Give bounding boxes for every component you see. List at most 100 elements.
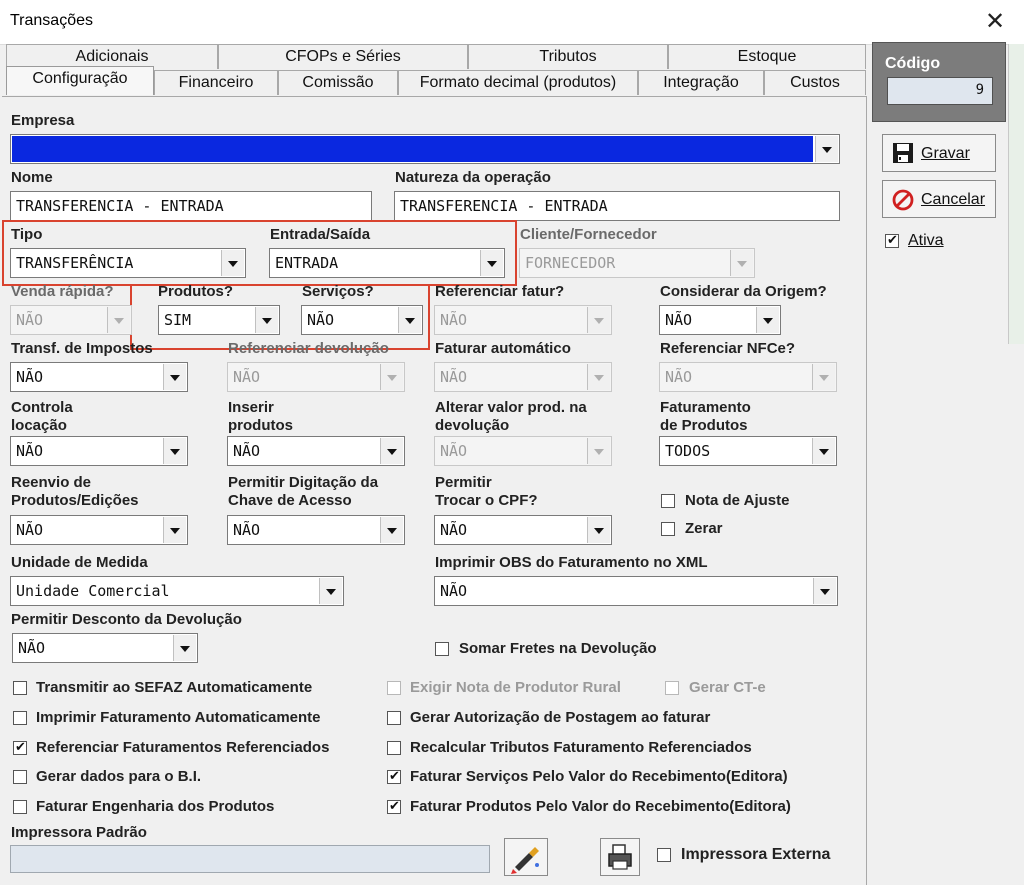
chevron-down-icon[interactable] xyxy=(255,307,278,333)
referenciar-faturamentos-checkbox[interactable] xyxy=(13,739,27,755)
chevron-down-icon[interactable] xyxy=(587,517,610,543)
tab-financeiro[interactable]: Financeiro xyxy=(154,70,278,95)
chevron-down-icon[interactable] xyxy=(380,438,403,464)
recalcular-tributos-checkbox[interactable] xyxy=(387,741,401,755)
gerar-dados-bi-checkbox[interactable] xyxy=(13,770,27,784)
gerar-cte-label: Gerar CT-e xyxy=(689,679,766,696)
chevron-down-icon[interactable] xyxy=(163,517,186,543)
zerar-checkbox[interactable] xyxy=(661,522,675,536)
chevron-down-icon[interactable] xyxy=(756,307,779,333)
permitir-trocar-combo[interactable]: NÃO xyxy=(434,515,612,545)
faturamento-produtos-combo[interactable]: TODOS xyxy=(659,436,837,466)
venda-rapida-combo[interactable]: NÃO xyxy=(10,305,132,335)
faturar-automatico-value: NÃO xyxy=(440,368,468,386)
unidade-medida-label: Unidade de Medida xyxy=(11,554,148,571)
faturar-produtos-label: Faturar Produtos Pelo Valor do Recebimen… xyxy=(410,798,791,815)
imprimir-obs-combo[interactable]: NÃO xyxy=(434,576,838,606)
permitir-digitacao-label-2: Chave de Acesso xyxy=(228,492,352,509)
somar-fretes-label: Somar Fretes na Devolução xyxy=(459,640,657,657)
unidade-medida-value: Unidade Comercial xyxy=(16,582,170,600)
tab-custos[interactable]: Custos xyxy=(764,70,866,95)
cliente-fornecedor-combo[interactable]: FORNECEDOR xyxy=(519,248,755,278)
chevron-down-icon[interactable] xyxy=(380,517,403,543)
chevron-down-icon xyxy=(730,250,753,276)
cancelar-button[interactable]: Cancelar xyxy=(882,180,996,218)
considerar-origem-value: NÃO xyxy=(665,311,693,329)
ativa-checkbox[interactable] xyxy=(885,232,899,248)
print-button[interactable] xyxy=(600,838,640,876)
referenciar-devolucao-combo[interactable]: NÃO xyxy=(227,362,405,392)
codigo-input[interactable]: 9 xyxy=(887,77,993,105)
produtos-combo[interactable]: SIM xyxy=(158,305,280,335)
somar-fretes-checkbox[interactable] xyxy=(435,642,449,656)
faturamento-produtos-value: TODOS xyxy=(665,442,711,460)
natureza-input[interactable]: TRANSFERENCIA - ENTRADA xyxy=(394,191,840,221)
faturar-servicos-checkbox[interactable] xyxy=(387,768,401,784)
cancelar-label: Cancelar xyxy=(921,191,986,208)
faturar-engenharia-checkbox[interactable] xyxy=(13,800,27,814)
referenciar-fatur-label: Referenciar fatur? xyxy=(435,283,565,300)
unidade-medida-combo[interactable]: Unidade Comercial xyxy=(10,576,344,606)
considerar-origem-combo[interactable]: NÃO xyxy=(659,305,781,335)
controla-locacao-combo[interactable]: NÃO xyxy=(10,436,188,466)
window-title: Transações xyxy=(10,12,93,29)
exigir-nota-produtor-checkbox[interactable] xyxy=(387,681,401,695)
gravar-label: Gravar xyxy=(921,145,970,162)
tab-tributos[interactable]: Tributos xyxy=(468,44,668,69)
faturamento-produtos-label-2: de Produtos xyxy=(660,417,748,434)
tab-configuracao[interactable]: Configuração xyxy=(6,66,154,95)
faturar-automatico-combo[interactable]: NÃO xyxy=(434,362,612,392)
reenvio-combo[interactable]: NÃO xyxy=(10,515,188,545)
impressora-padrao-input[interactable] xyxy=(10,845,490,873)
chevron-down-icon[interactable] xyxy=(815,136,838,162)
gerar-cte-checkbox[interactable] xyxy=(665,681,679,695)
permitir-digitacao-combo[interactable]: NÃO xyxy=(227,515,405,545)
impressora-externa-label: Impressora Externa xyxy=(681,846,831,863)
nota-ajuste-checkbox[interactable] xyxy=(661,494,675,508)
empresa-combo[interactable] xyxy=(10,134,840,164)
edit-brush-button[interactable] xyxy=(504,838,548,876)
faturar-produtos-checkbox[interactable] xyxy=(387,798,401,814)
servicos-combo[interactable]: NÃO xyxy=(301,305,423,335)
alterar-valor-combo[interactable]: NÃO xyxy=(434,436,612,466)
permitir-digitacao-value: NÃO xyxy=(233,521,261,539)
referenciar-nfce-combo[interactable]: NÃO xyxy=(659,362,837,392)
chevron-down-icon[interactable] xyxy=(163,364,186,390)
permitir-desconto-combo[interactable]: NÃO xyxy=(12,633,198,663)
gravar-button[interactable]: Gravar xyxy=(882,134,996,172)
referenciar-devolucao-value: NÃO xyxy=(233,368,261,386)
tab-formato-decimal[interactable]: Formato decimal (produtos) xyxy=(398,70,638,95)
chevron-down-icon[interactable] xyxy=(398,307,421,333)
cancel-icon xyxy=(892,189,914,211)
chevron-down-icon[interactable] xyxy=(163,438,186,464)
chevron-down-icon[interactable] xyxy=(812,438,835,464)
transmitir-sefaz-checkbox[interactable] xyxy=(13,681,27,695)
transf-impostos-combo[interactable]: NÃO xyxy=(10,362,188,392)
impressora-externa-checkbox[interactable] xyxy=(657,848,671,862)
nome-input[interactable]: TRANSFERENCIA - ENTRADA xyxy=(10,191,372,221)
tab-integracao[interactable]: Integração xyxy=(638,70,764,95)
inserir-produtos-label-2: produtos xyxy=(228,417,293,434)
referenciar-fatur-combo[interactable]: NÃO xyxy=(434,305,612,335)
reenvio-label-2: Produtos/Edições xyxy=(11,492,139,509)
imprimir-faturamento-checkbox[interactable] xyxy=(13,711,27,725)
permitir-trocar-value: NÃO xyxy=(440,521,468,539)
tab-comissao[interactable]: Comissão xyxy=(278,70,398,95)
inserir-produtos-label: Inserir xyxy=(228,399,274,416)
natureza-label: Natureza da operação xyxy=(395,169,551,186)
close-icon[interactable]: ✕ xyxy=(978,6,1012,38)
tab-cfops-series[interactable]: CFOPs e Séries xyxy=(218,44,468,69)
inserir-produtos-combo[interactable]: NÃO xyxy=(227,436,405,466)
permitir-desconto-label: Permitir Desconto da Devolução xyxy=(11,611,242,628)
chevron-down-icon[interactable] xyxy=(319,578,342,604)
chevron-down-icon[interactable] xyxy=(813,578,836,604)
controla-locacao-value: NÃO xyxy=(16,442,44,460)
reenvio-label: Reenvio de xyxy=(11,474,92,491)
codigo-label: Código xyxy=(885,55,941,72)
gerar-autorizacao-checkbox[interactable] xyxy=(387,711,401,725)
chevron-down-icon[interactable] xyxy=(173,635,196,661)
referenciar-faturamentos-label: Referenciar Faturamentos Referenciados xyxy=(36,739,330,756)
permitir-trocar-label: Permitir xyxy=(435,474,492,491)
chevron-down-icon xyxy=(587,438,610,464)
tab-estoque[interactable]: Estoque xyxy=(668,44,866,69)
